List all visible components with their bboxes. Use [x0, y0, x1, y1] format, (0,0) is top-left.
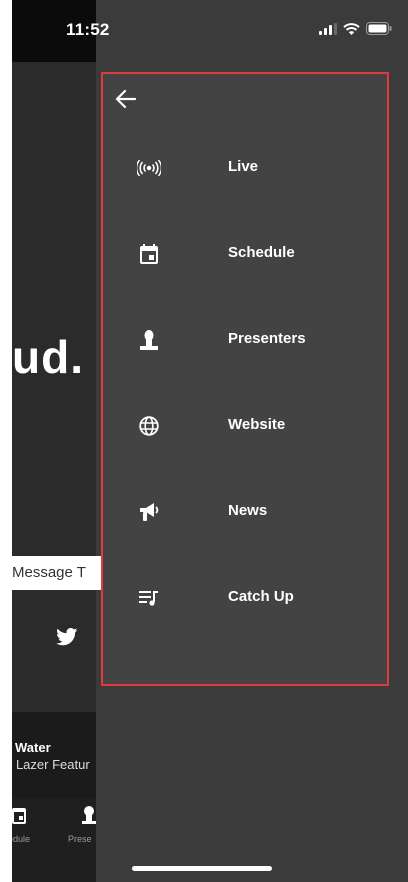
calendar-icon[interactable]	[12, 806, 26, 829]
menu-item-news[interactable]: News	[103, 492, 387, 532]
wifi-icon	[343, 22, 360, 40]
now-playing-subtitle: r Lazer Featur	[12, 757, 90, 772]
menu-label-news: News	[228, 502, 268, 519]
menu-label-live: Live	[228, 158, 259, 175]
background-title-fragment: ud.	[12, 331, 84, 383]
broadcast-icon	[137, 156, 161, 180]
tab-presenters[interactable]: Prese	[68, 834, 92, 844]
app-screen: ud. Message T Water r Lazer Featur edule	[12, 0, 408, 882]
menu-label-website: Website	[228, 416, 286, 433]
battery-icon	[366, 22, 392, 40]
person-icon	[137, 328, 161, 352]
signal-icon	[319, 22, 337, 40]
back-button[interactable]	[113, 86, 139, 112]
menu-label-catch-up: Catch Up	[228, 588, 294, 605]
menu-item-catch-up[interactable]: Catch Up	[103, 578, 387, 618]
globe-icon	[137, 414, 161, 438]
calendar-icon	[137, 242, 161, 266]
status-bar: 11:52	[12, 0, 408, 62]
now-playing-bar[interactable]: Water r Lazer Featur	[12, 712, 96, 798]
menu-item-live[interactable]: Live	[103, 148, 387, 188]
menu-item-website[interactable]: Website	[103, 406, 387, 446]
menu-label-schedule: Schedule	[228, 244, 295, 261]
menu-label-presenters: Presenters	[228, 330, 306, 347]
person-icon[interactable]	[82, 806, 96, 829]
home-indicator[interactable]	[132, 866, 272, 871]
megaphone-icon	[137, 500, 161, 524]
status-time: 11:52	[66, 20, 110, 39]
background-page: ud. Message T Water r Lazer Featur edule	[12, 62, 104, 882]
menu-item-schedule[interactable]: Schedule	[103, 234, 387, 274]
status-icons	[319, 22, 392, 40]
tab-schedule[interactable]: edule	[12, 834, 30, 844]
menu-item-presenters[interactable]: Presenters	[103, 320, 387, 360]
playlist-icon	[137, 586, 161, 610]
arrow-left-icon	[115, 89, 137, 109]
navigation-drawer: Live Schedule Presenters Website News Ca…	[101, 72, 389, 686]
now-playing-title: Water	[15, 740, 51, 755]
message-input[interactable]: Message T	[12, 556, 104, 590]
twitter-icon[interactable]	[56, 628, 78, 651]
tab-bar: edule Prese	[12, 798, 96, 882]
